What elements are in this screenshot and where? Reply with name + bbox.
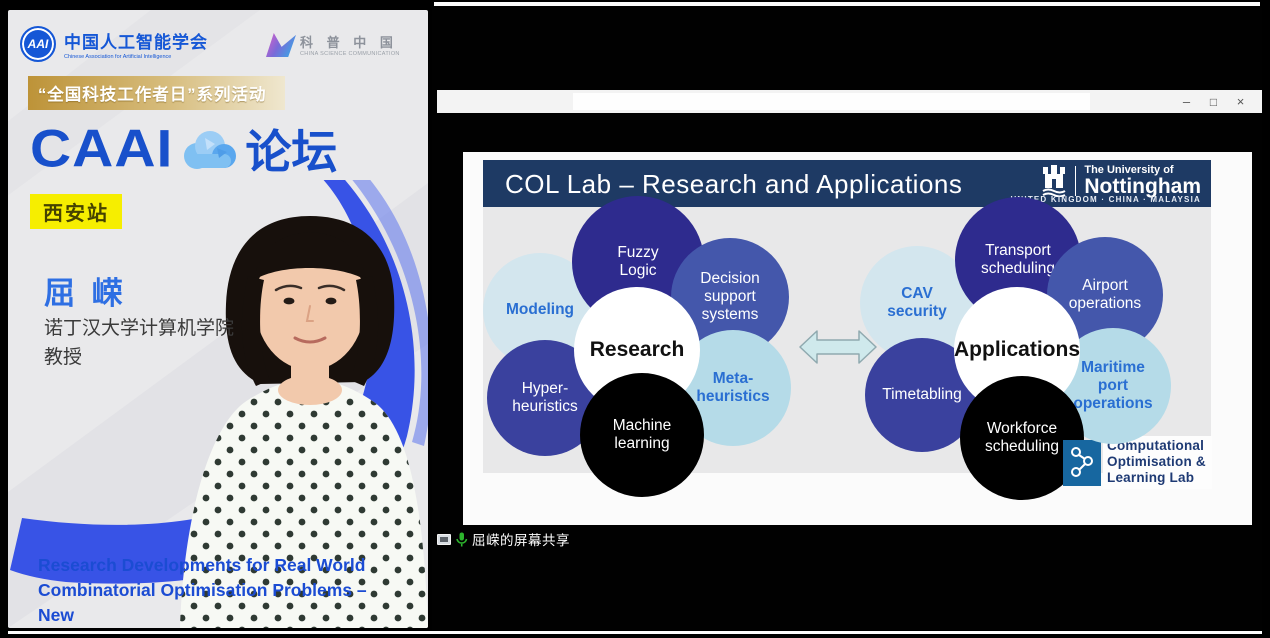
science-communication-logo: 科 普 中 国 CHINA SCIENCE COMMUNICATION [266, 32, 400, 57]
bubble-machine-learning: Machine learning [580, 373, 704, 497]
share-status-bar: 屈嵘的屏幕共享 [437, 528, 570, 550]
forum-logo: CAAI 论坛 [30, 116, 337, 182]
col-lab-logo: Computational Optimisation & Learning La… [1063, 436, 1215, 490]
close-button[interactable]: × [1227, 90, 1254, 113]
window-title-area [573, 93, 1090, 110]
forum-wordmark: CAAI [30, 119, 173, 180]
minimize-button[interactable]: – [1173, 90, 1200, 113]
presentation-slide: COL Lab – Research and Applications The … [463, 152, 1252, 525]
cloud-icon [177, 126, 241, 172]
col-lab-line3: Learning Lab [1107, 470, 1206, 486]
window-top-edge [434, 2, 1260, 6]
talk-title: Research Developments for Real World Com… [38, 553, 383, 628]
university-name: Nottingham [1084, 176, 1201, 197]
microphone-icon [455, 532, 468, 547]
share-label: 屈嵘的屏幕共享 [472, 529, 570, 549]
speaker-affiliation: 诺丁汉大学计算机学院 教授 [44, 314, 234, 373]
speaker-affiliation-line: 诺丁汉大学计算机学院 [44, 314, 234, 343]
logo-divider [1075, 166, 1076, 196]
slide-header: COL Lab – Research and Applications The … [483, 160, 1211, 207]
screen-share-icon [437, 534, 451, 545]
university-of-nottingham-logo: The University of Nottingham [1041, 164, 1201, 197]
caai-badge-icon: AAI [20, 26, 56, 62]
window-titlebar[interactable]: – □ × [437, 90, 1262, 113]
col-lab-text: Computational Optimisation & Learning La… [1103, 436, 1212, 489]
speaker-panel: AAI 中国人工智能学会 Chinese Association for Art… [8, 10, 428, 628]
screen-share-window: – □ × COL Lab – Research and Application… [432, 8, 1262, 630]
window-controls: – □ × [1173, 90, 1254, 113]
maximize-button[interactable]: □ [1200, 90, 1227, 113]
slide-title: COL Lab – Research and Applications [505, 160, 962, 207]
caai-association-logo: AAI 中国人工智能学会 Chinese Association for Art… [20, 26, 208, 62]
csc-name-cn: 科 普 中 国 [300, 32, 400, 51]
series-banner: “全国科技工作者日”系列活动 [28, 76, 285, 110]
caai-name-cn: 中国人工智能学会 [64, 28, 208, 53]
talk-title-line1: Research Developments for Real World [38, 553, 383, 578]
csc-name-en: CHINA SCIENCE COMMUNICATION [300, 51, 400, 57]
bottom-window-edge [8, 631, 1262, 634]
speaker-name: 屈 嵘 [44, 268, 127, 313]
double-arrow-icon [799, 328, 877, 366]
talk-title-line2: Combinatorial Optimisation Problems – Ne… [38, 578, 383, 628]
col-lab-line2: Optimisation & [1107, 454, 1206, 470]
meeting-app-frame: AAI 中国人工智能学会 Chinese Association for Art… [0, 0, 1270, 638]
castle-icon [1041, 165, 1067, 197]
col-lab-network-icon [1063, 440, 1101, 486]
caai-name-en: Chinese Association for Artificial Intel… [64, 54, 208, 60]
speaker-title: 教授 [44, 343, 234, 372]
swoosh-icon [266, 33, 296, 57]
forum-suffix: 论坛 [245, 116, 337, 182]
